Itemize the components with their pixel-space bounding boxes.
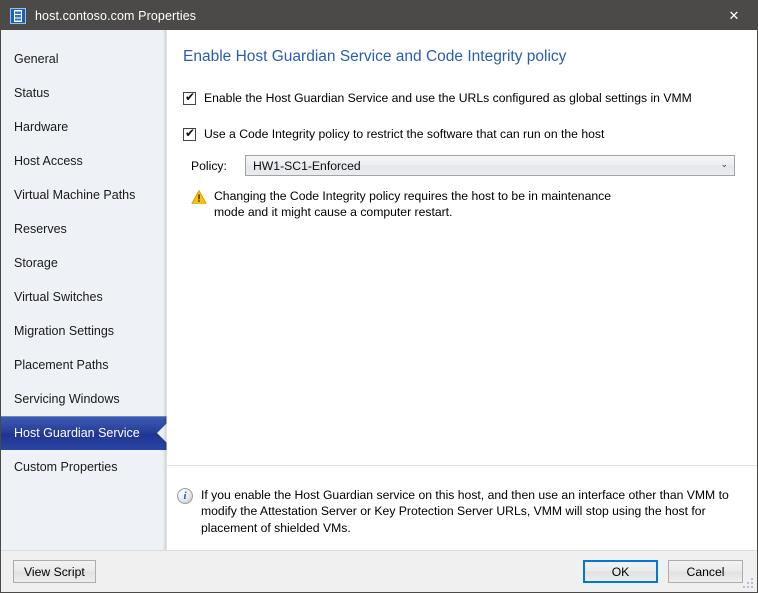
sidebar-item-label: Virtual Switches	[14, 290, 103, 304]
server-icon	[10, 7, 26, 24]
info-circle-icon: i	[177, 487, 193, 504]
sidebar-item-virtual-machine-paths[interactable]: Virtual Machine Paths	[1, 178, 167, 212]
sidebar-item-label: Reserves	[14, 222, 67, 236]
close-icon[interactable]: ✕	[711, 1, 757, 30]
policy-label: Policy:	[191, 158, 227, 173]
sidebar-nav: General Status Hardware Host Access Virt…	[1, 30, 167, 550]
info-note-text: If you enable the Host Guardian service …	[201, 487, 729, 535]
sidebar-item-label: Host Guardian Service	[14, 426, 140, 440]
warning-triangle-icon	[191, 189, 207, 205]
info-note: i If you enable the Host Guardian servic…	[177, 487, 743, 537]
sidebar-item-storage[interactable]: Storage	[1, 246, 167, 280]
hgs-checkbox-row[interactable]: ✔ Enable the Host Guardian Service and u…	[167, 91, 757, 106]
sidebar-item-reserves[interactable]: Reserves	[1, 212, 167, 246]
warning-text: Changing the Code Integrity policy requi…	[214, 189, 612, 219]
view-script-button[interactable]: View Script	[13, 560, 96, 583]
sidebar-item-custom-properties[interactable]: Custom Properties	[1, 450, 167, 484]
sidebar-item-host-access[interactable]: Host Access	[1, 144, 167, 178]
sidebar-item-label: Host Access	[14, 154, 83, 168]
sidebar-item-label: Servicing Windows	[14, 392, 120, 406]
window-controls: ✕	[711, 1, 757, 30]
sidebar-item-label: General	[14, 52, 59, 66]
window-title: host.contoso.com Properties	[35, 8, 197, 23]
checkmark-icon: ✔	[185, 126, 196, 140]
code-integrity-checkbox-row[interactable]: ✔ Use a Code Integrity policy to restric…	[167, 127, 757, 142]
resize-grip-icon[interactable]	[742, 577, 754, 589]
cancel-button[interactable]: Cancel	[668, 560, 743, 583]
code-integrity-warning: Changing the Code Integrity policy requi…	[167, 188, 631, 220]
sidebar-item-status[interactable]: Status	[1, 76, 167, 110]
page-title: Enable Host Guardian Service and Code In…	[183, 48, 567, 65]
selection-notch-icon	[157, 422, 167, 444]
sidebar-item-label: Custom Properties	[14, 460, 118, 474]
sidebar-item-host-guardian-service[interactable]: Host Guardian Service	[1, 416, 167, 450]
sidebar-item-label: Placement Paths	[14, 358, 109, 372]
title-bar[interactable]: host.contoso.com Properties ✕	[1, 1, 757, 30]
sidebar-item-general[interactable]: General	[1, 42, 167, 76]
sidebar-item-label: Migration Settings	[14, 324, 115, 338]
policy-row: Policy: HW1-SC1-Enforced ⌄	[167, 155, 757, 176]
sidebar-item-servicing-windows[interactable]: Servicing Windows	[1, 382, 167, 416]
sidebar-item-placement-paths[interactable]: Placement Paths	[1, 348, 167, 382]
content-pane: Enable Host Guardian Service and Code In…	[167, 30, 757, 550]
properties-dialog: host.contoso.com Properties ✕ General St…	[0, 0, 758, 593]
sidebar-item-label: Storage	[14, 256, 58, 270]
checkmark-icon: ✔	[185, 90, 196, 104]
sidebar-item-hardware[interactable]: Hardware	[1, 110, 167, 144]
ok-button[interactable]: OK	[583, 560, 658, 583]
dialog-body: General Status Hardware Host Access Virt…	[1, 30, 757, 550]
sidebar-item-label: Status	[14, 86, 50, 100]
code-integrity-checkbox[interactable]: ✔	[183, 126, 196, 141]
dialog-footer: View Script OK Cancel	[1, 550, 757, 592]
sidebar-item-label: Hardware	[14, 120, 69, 134]
footer-action-buttons: OK Cancel	[583, 560, 743, 583]
chevron-down-icon: ⌄	[720, 160, 728, 170]
sidebar-item-migration-settings[interactable]: Migration Settings	[1, 314, 167, 348]
sidebar-item-label: Virtual Machine Paths	[14, 188, 136, 202]
enable-hgs-label: Enable the Host Guardian Service and use…	[204, 91, 692, 105]
enable-hgs-checkbox[interactable]: ✔	[183, 90, 196, 105]
policy-dropdown[interactable]: HW1-SC1-Enforced ⌄	[245, 155, 735, 176]
code-integrity-label: Use a Code Integrity policy to restrict …	[204, 127, 605, 141]
content-divider	[167, 465, 757, 466]
policy-selected-value: HW1-SC1-Enforced	[253, 158, 361, 173]
sidebar-item-virtual-switches[interactable]: Virtual Switches	[1, 280, 167, 314]
